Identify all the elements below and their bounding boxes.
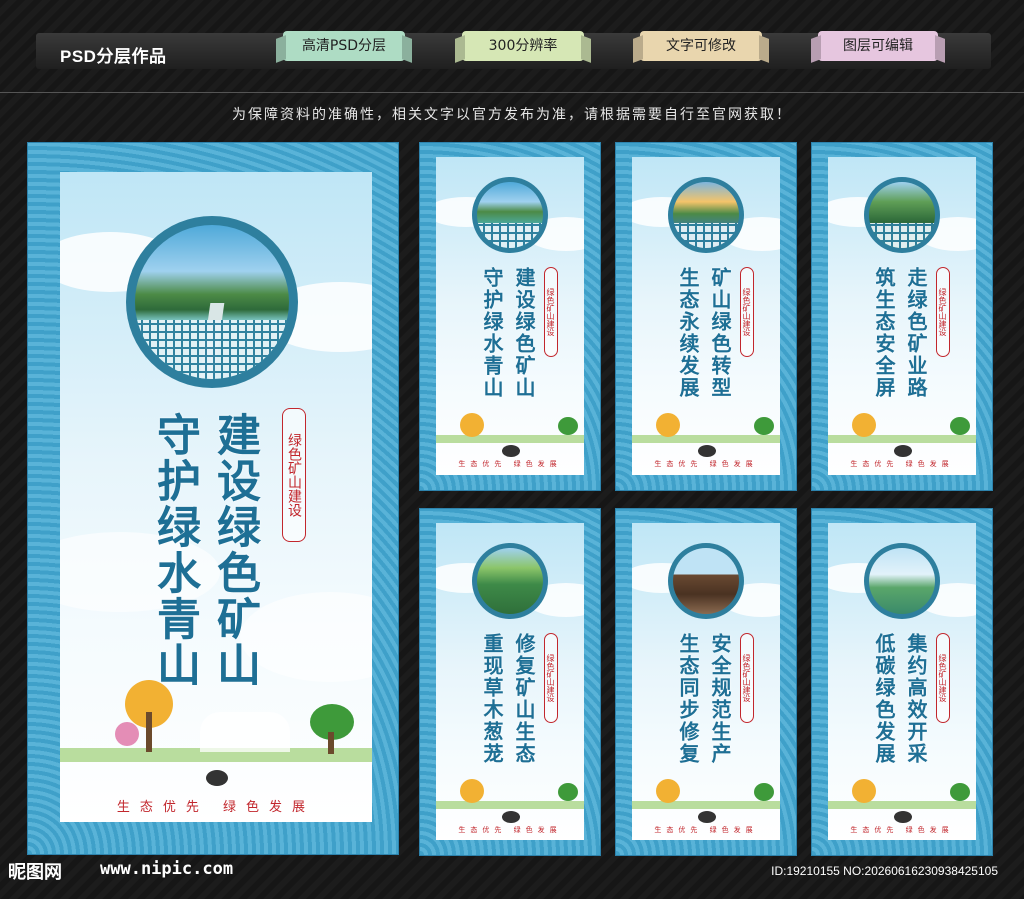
poster-small-1[interactable]: 建设绿色矿山 守护绿水青山 绿色矿山建设 生态优先 绿色发展 — [420, 143, 600, 490]
logo-icon — [206, 770, 228, 786]
footer-slogan: 生态优先 绿色发展 — [654, 826, 758, 834]
footer-slogan: 生态优先 绿色发展 — [116, 800, 316, 815]
scenic-medallion — [864, 177, 940, 253]
slogan-secondary: 集约高效开采 — [904, 633, 928, 765]
scenic-medallion — [668, 543, 744, 619]
scenic-medallion — [472, 177, 548, 253]
slogan-primary: 生态同步修复 — [676, 633, 700, 765]
poster-small-5[interactable]: 安全规范生产 生态同步修复 绿色矿山建设 生态优先 绿色发展 — [616, 509, 796, 855]
logo-icon — [502, 445, 520, 457]
seal-stamp: 绿色矿山建设 — [936, 267, 950, 357]
slogan-primary: 生态永续发展 — [676, 267, 700, 399]
slogan-primary: 重现草木葱茏 — [480, 633, 504, 765]
notice-text: 为保障资料的准确性，相关文字以官方发布为准，请根据需要自行至官网获取！ — [232, 107, 792, 123]
scenic-medallion — [126, 216, 298, 388]
seal-stamp: 绿色矿山建设 — [282, 408, 306, 542]
slogan-secondary: 修复矿山生态 — [512, 633, 536, 765]
slogan-secondary: 安全规范生产 — [708, 633, 732, 765]
slogan-secondary: 走绿色矿业路 — [904, 267, 928, 399]
footer-slogan: 生态优先 绿色发展 — [850, 460, 954, 468]
scenic-medallion — [864, 543, 940, 619]
logo-icon — [698, 445, 716, 457]
header-title: PSD分层作品 — [60, 47, 167, 66]
poster-small-4[interactable]: 修复矿山生态 重现草木葱茏 绿色矿山建设 生态优先 绿色发展 — [420, 509, 600, 855]
footer-slogan: 生态优先 绿色发展 — [850, 826, 954, 834]
slogan-primary: 低碳绿色发展 — [872, 633, 896, 765]
seal-stamp: 绿色矿山建设 — [740, 633, 754, 723]
tag-psd-layers: 高清PSD分层 — [283, 31, 405, 61]
slogan-primary: 守护绿水青山 — [149, 412, 200, 688]
seal-stamp: 绿色矿山建设 — [544, 633, 558, 723]
slogan-secondary: 建设绿色矿山 — [209, 412, 260, 688]
poster-large-inner: 建设绿色矿山 守护绿水青山 绿色矿山建设 生态优先 绿色发展 — [60, 172, 372, 822]
logo-icon — [502, 811, 520, 823]
seal-stamp: 绿色矿山建设 — [544, 267, 558, 357]
tag-resolution: 300分辨率 — [462, 31, 584, 61]
tag-editable-layers: 图层可编辑 — [818, 31, 938, 61]
poster-small-2[interactable]: 矿山绿色转型 生态永续发展 绿色矿山建设 生态优先 绿色发展 — [616, 143, 796, 490]
footer-slogan: 生态优先 绿色发展 — [458, 460, 562, 468]
poster-small-3[interactable]: 走绿色矿业路 筑生态安全屏 绿色矿山建设 生态优先 绿色发展 — [812, 143, 992, 490]
logo-icon — [698, 811, 716, 823]
logo-icon — [894, 811, 912, 823]
slogan-primary: 守护绿水青山 — [480, 267, 504, 399]
slogan-secondary: 矿山绿色转型 — [708, 267, 732, 399]
slogan-secondary: 建设绿色矿山 — [512, 267, 536, 399]
watermark-url[interactable]: www.nipic.com — [100, 859, 233, 879]
poster-small-6[interactable]: 集约高效开采 低碳绿色发展 绿色矿山建设 生态优先 绿色发展 — [812, 509, 992, 855]
watermark-brand: 昵图网 — [8, 862, 62, 883]
footer-slogan: 生态优先 绿色发展 — [458, 826, 562, 834]
seal-stamp: 绿色矿山建设 — [936, 633, 950, 723]
seal-stamp: 绿色矿山建设 — [740, 267, 754, 357]
poster-large[interactable]: 建设绿色矿山 守护绿水青山 绿色矿山建设 生态优先 绿色发展 — [28, 143, 398, 854]
divider — [0, 92, 1024, 93]
footer-slogan: 生态优先 绿色发展 — [654, 460, 758, 468]
logo-icon — [894, 445, 912, 457]
scenic-medallion — [472, 543, 548, 619]
tag-editable-text: 文字可修改 — [640, 31, 762, 61]
scenic-medallion — [668, 177, 744, 253]
watermark-id: ID:19210155 NO:20260616230938425105 — [771, 864, 998, 878]
slogan-primary: 筑生态安全屏 — [872, 267, 896, 399]
